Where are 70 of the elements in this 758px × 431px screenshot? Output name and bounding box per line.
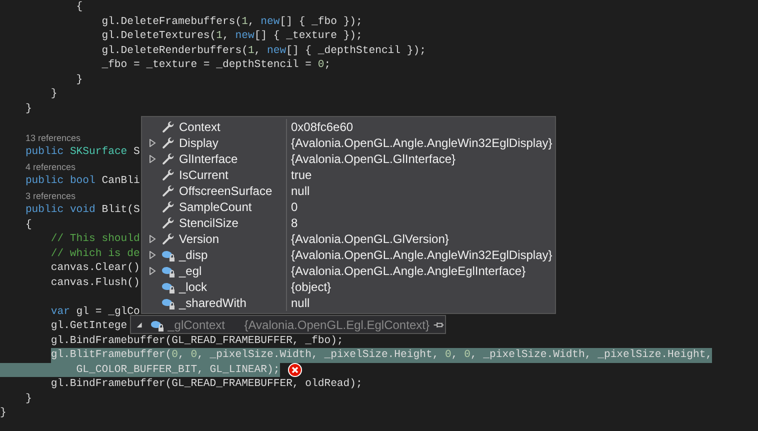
code-line: } — [0, 406, 6, 420]
member-name: _sharedWith — [179, 295, 246, 312]
code-line: { — [25, 218, 32, 232]
member-value: {Avalonia.OpenGL.GlVersion} — [290, 231, 449, 248]
code-line: gl.DeleteFramebuffers(1, new[] { _fbo }); — [102, 14, 362, 29]
member-name: Version — [179, 231, 220, 248]
expand-arrow-icon[interactable] — [136, 320, 143, 328]
wrench-icon — [161, 120, 175, 134]
code-line: gl.DeleteTextures(1, new[] { _texture }); — [102, 29, 362, 44]
member-name: SampleCount — [179, 199, 252, 216]
code-line: _fbo = _texture = _depthStencil = 0; — [102, 58, 331, 72]
code-line: } — [76, 72, 83, 87]
member-value: {Avalonia.OpenGL.Angle.AngleWin32EglDisplay} — [290, 247, 552, 264]
member-name: OffscreenSurface — [179, 183, 272, 200]
code-line: // which is de — [50, 246, 140, 261]
code-line: public bool CanBli — [25, 174, 140, 188]
code-line: gl.BindFramebuffer(GL_READ_FRAMEBUFFER, _fbo); — [50, 334, 344, 348]
member-name: _egl — [179, 263, 202, 280]
field-icon — [161, 280, 175, 294]
code-line: } — [25, 392, 32, 406]
code-line: canvas.Flush() — [50, 276, 140, 290]
code-line: { — [76, 0, 83, 14]
member-name: IsCurrent — [179, 167, 228, 184]
reference-count[interactable]: 3 references — [25, 188, 76, 203]
expand-arrow-icon[interactable] — [148, 155, 158, 163]
member-name: Display — [179, 135, 218, 152]
field-icon — [161, 296, 175, 310]
reference-count[interactable]: 13 references — [25, 130, 80, 145]
member-value: 0x08fc6e60 — [290, 119, 354, 136]
wrench-icon — [161, 216, 175, 230]
member-name: _glContext — [168, 316, 226, 334]
code-line: canvas.Clear() — [50, 261, 140, 276]
wrench-icon — [161, 152, 175, 166]
member-name: Context — [179, 119, 220, 136]
member-value: {Avalonia.OpenGL.GlInterface} — [290, 151, 456, 168]
expand-arrow-icon[interactable] — [148, 235, 158, 243]
code-line: public void Blit(S — [25, 203, 140, 218]
code-line: } — [50, 87, 58, 102]
reference-count[interactable]: 4 references — [25, 160, 76, 174]
member-value: {Avalonia.OpenGL.Egl.EglContext} — [244, 316, 430, 334]
expand-arrow-icon[interactable] — [148, 267, 158, 275]
wrench-icon — [161, 200, 175, 214]
code-line: gl.DeleteRenderbuffers(1, new[] { _depthStencil }); — [102, 44, 426, 58]
code-line: } — [25, 102, 32, 116]
code-line: public SKSurface S — [25, 145, 140, 160]
expand-arrow-icon[interactable] — [148, 139, 158, 147]
expand-arrow-icon[interactable] — [148, 251, 158, 259]
member-value: true — [290, 167, 312, 184]
pin-icon[interactable] — [433, 320, 445, 330]
member-name: _disp — [179, 247, 208, 264]
wrench-icon — [161, 232, 175, 246]
member-value: 0 — [290, 199, 298, 216]
field-icon — [161, 264, 175, 278]
member-name: GlInterface — [179, 151, 238, 168]
wrench-icon — [161, 168, 175, 182]
member-value: {object} — [290, 279, 332, 296]
member-value: null — [290, 183, 310, 200]
wrench-icon — [161, 136, 175, 150]
code-line: var gl = _glCo — [50, 304, 140, 319]
member-value: {Avalonia.OpenGL.Angle.AngleWin32EglDisplay} — [290, 135, 552, 152]
code-line: // This should — [50, 232, 140, 246]
member-value: 8 — [290, 215, 298, 232]
member-value: {Avalonia.OpenGL.Angle.AngleEglInterface} — [290, 263, 526, 280]
code-line: gl.BindFramebuffer(GL_READ_FRAMEBUFFER, oldRead); — [50, 377, 362, 392]
member-value: null — [290, 295, 310, 312]
wrench-icon — [161, 184, 175, 198]
field-icon — [161, 248, 175, 262]
member-name: _lock — [179, 279, 208, 296]
member-name: StencilSize — [179, 215, 238, 232]
code-line: gl.GetIntege — [50, 319, 128, 334]
